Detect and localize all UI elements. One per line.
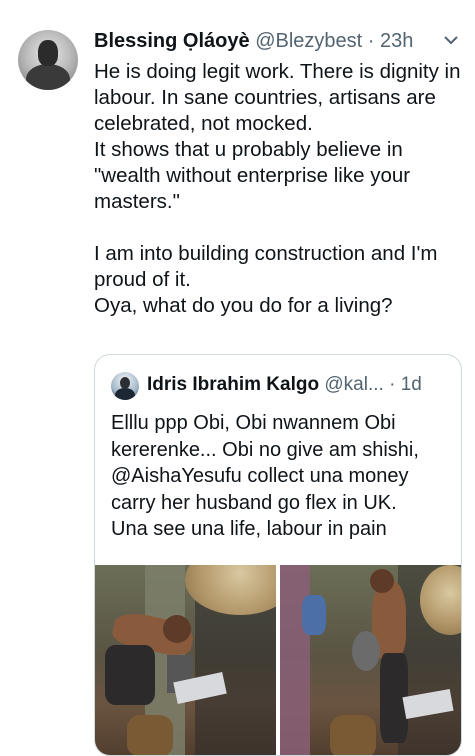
author-handle[interactable]: @Blezybest — [255, 30, 362, 52]
avatar[interactable] — [18, 30, 78, 90]
tweet[interactable]: Blessing Ọláoyè @Blezybest · 23h He is d… — [0, 0, 475, 756]
tweet-line: He is doing legit work. There is dignity… — [94, 60, 461, 135]
photo-engine-part — [352, 631, 380, 671]
avatar-face — [38, 40, 58, 66]
photo-worker-trousers — [105, 645, 155, 705]
quoted-tweet[interactable]: Idris Ibrahim Kalgo @kal... · 1d Elllu p… — [94, 354, 462, 756]
quoted-text: Elllu ppp Obi, Obi nwannem Obi kererenke… — [111, 410, 451, 543]
quoted-author-name[interactable]: Idris Ibrahim Kalgo — [147, 374, 319, 395]
quoted-time[interactable]: 1d — [401, 374, 422, 395]
quoted-line: Elllu ppp Obi, Obi nwannem Obi kererenke… — [111, 412, 419, 514]
chevron-down-icon-glyph — [444, 36, 458, 45]
quoted-separator: · — [383, 374, 401, 395]
photo-worker-head — [370, 569, 394, 593]
chevron-down-icon[interactable] — [442, 33, 460, 47]
quoted-avatar-face — [120, 377, 130, 389]
tweet-line: I am into building construction and I'm … — [94, 242, 438, 291]
quoted-line: Una see una life, labour in pain — [111, 518, 387, 540]
quoted-avatar-shoulders — [115, 388, 135, 400]
quoted-handle[interactable]: @kal... — [324, 374, 383, 395]
photo-crowd — [280, 565, 310, 755]
quoted-header: Idris Ibrahim Kalgo @kal... · 1d — [147, 372, 447, 398]
tweet-header: Blessing Ọláoyè @Blezybest · 23h — [94, 27, 464, 55]
avatar-shoulders — [26, 64, 70, 90]
photo-bag — [330, 715, 376, 755]
tweet-text: He is doing legit work. There is dignity… — [94, 59, 466, 319]
tweet-line-gap — [94, 215, 466, 241]
tweet-time[interactable]: 23h — [380, 30, 413, 52]
photo-bystander — [302, 595, 326, 635]
author-name[interactable]: Blessing Ọláoyè — [94, 30, 250, 52]
header-separator: · — [362, 30, 380, 52]
photo-bag — [127, 715, 173, 755]
quoted-photo-1[interactable] — [95, 565, 276, 755]
tweet-line: It shows that u probably believe in "wea… — [94, 138, 411, 213]
quoted-photo-2[interactable] — [280, 565, 461, 755]
quoted-avatar[interactable] — [111, 372, 139, 400]
photo-worker-head — [163, 615, 191, 643]
tweet-line: Oya, what do you do for a living? — [94, 294, 393, 317]
